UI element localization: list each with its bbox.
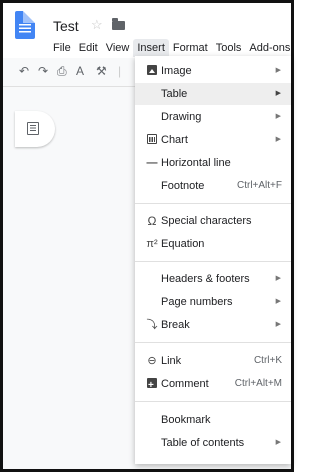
footnote-shortcut: Ctrl+Alt+F [236, 180, 282, 191]
outline-list-icon [27, 122, 39, 135]
menu-file[interactable]: File [49, 39, 75, 57]
submenu-arrow-icon: ▶ [275, 439, 281, 446]
document-title[interactable]: Test [53, 18, 79, 34]
chart-icon [145, 129, 159, 151]
menu-tools[interactable]: Tools [212, 39, 246, 57]
submenu-arrow-icon: ▶ [275, 67, 281, 74]
star-icon[interactable]: ☆ [91, 17, 103, 33]
menu-item-break[interactable]: ⤵ Break ▶ [135, 314, 291, 336]
submenu-arrow-icon: ▶ [275, 136, 281, 143]
submenu-arrow-icon: ▶ [275, 275, 281, 282]
menu-item-comment[interactable]: Comment Ctrl+Alt+M [135, 373, 291, 397]
menu-item-special-characters[interactable]: Ω Special characters [135, 210, 291, 232]
document-outline-button[interactable] [15, 111, 55, 147]
insert-menu: Image ▶ Table ▶ Drawing ▶ Chart ▶ — Hori… [135, 56, 291, 464]
menu-item-headers-footers[interactable]: Headers & footers ▶ [135, 268, 291, 290]
submenu-arrow-icon: ▶ [275, 90, 281, 97]
docs-logo-icon[interactable] [15, 11, 35, 39]
menu-item-chart[interactable]: Chart ▶ [135, 129, 291, 151]
link-icon: ⊖ [147, 355, 157, 367]
menu-item-table-of-contents[interactable]: Table of contents ▶ [135, 432, 291, 454]
menu-separator [135, 203, 291, 204]
menu-item-horizontal-line[interactable]: — Horizontal line [135, 152, 291, 174]
menu-item-page-numbers[interactable]: Page numbers ▶ [135, 291, 291, 313]
menu-bar: File Edit View Insert Format Tools Add-o… [49, 39, 294, 57]
menu-separator [135, 261, 291, 262]
comment-icon [145, 373, 159, 397]
image-icon [145, 60, 159, 82]
comment-shortcut: Ctrl+Alt+M [234, 378, 282, 389]
spellcheck-icon[interactable]: A [76, 65, 84, 77]
menu-add-ons[interactable]: Add-ons [245, 39, 294, 57]
toolbar-divider: | [118, 64, 122, 78]
pi-icon: π² [146, 238, 158, 250]
menu-item-image[interactable]: Image ▶ [135, 60, 291, 82]
menu-edit[interactable]: Edit [75, 39, 102, 57]
redo-icon[interactable]: ↷ [38, 65, 48, 77]
menu-separator [135, 342, 291, 343]
submenu-arrow-icon: ▶ [275, 113, 281, 120]
horizontal-line-icon: — [146, 157, 158, 169]
menu-separator [135, 401, 291, 402]
link-shortcut: Ctrl+K [253, 355, 282, 366]
page-break-icon: ⤵ [146, 319, 158, 331]
undo-icon[interactable]: ↶ [19, 65, 29, 77]
menu-item-bookmark[interactable]: Bookmark [135, 409, 291, 431]
menu-item-drawing[interactable]: Drawing ▶ [135, 106, 291, 128]
menu-view[interactable]: View [102, 39, 134, 57]
menu-item-footnote[interactable]: Footnote Ctrl+Alt+F [135, 175, 291, 197]
menu-item-table[interactable]: Table ▶ [135, 83, 291, 105]
submenu-arrow-icon: ▶ [275, 321, 281, 328]
menu-item-link[interactable]: ⊖ Link Ctrl+K [135, 350, 291, 372]
print-icon[interactable]: ⎙ [57, 65, 67, 77]
submenu-arrow-icon: ▶ [275, 298, 281, 305]
folder-icon[interactable] [112, 18, 125, 30]
omega-icon: Ω [147, 214, 157, 228]
menu-format[interactable]: Format [169, 39, 212, 57]
menu-item-equation[interactable]: π² Equation [135, 233, 291, 255]
menu-insert[interactable]: Insert [133, 39, 169, 57]
app-header: Test ☆ File Edit View Insert Format Tool… [3, 3, 291, 58]
paint-format-icon[interactable]: ⚒ [96, 65, 107, 77]
